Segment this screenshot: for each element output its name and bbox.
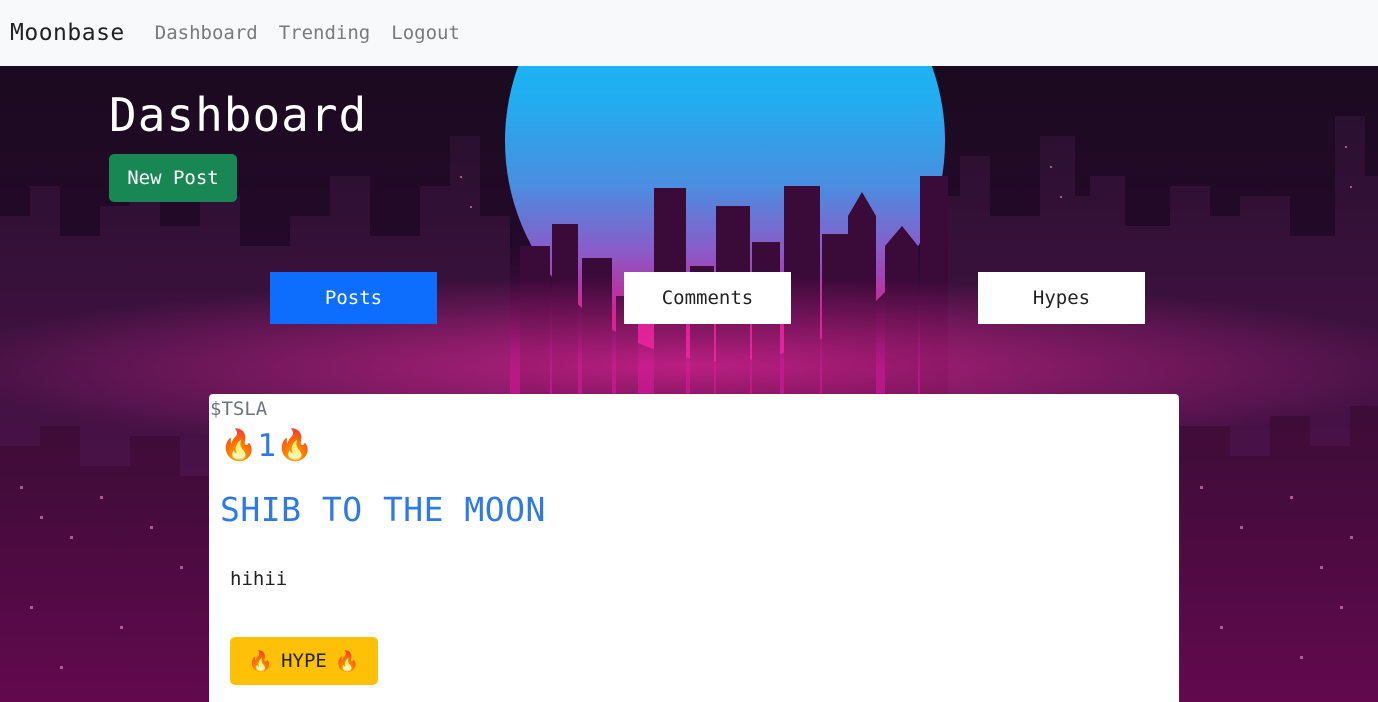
post-card: $TSLA 🔥 1 🔥 SHIB TO THE MOON hihii 🔥 HYP… xyxy=(209,394,1179,702)
hero-section: Dashboard New Post Posts Comments Hypes … xyxy=(0,66,1378,702)
fire-icon: 🔥 xyxy=(220,428,258,463)
hype-button[interactable]: 🔥 HYPE 🔥 xyxy=(230,637,378,685)
tab-comments[interactable]: Comments xyxy=(624,272,791,324)
hype-count: 🔥 1 🔥 xyxy=(220,428,313,464)
page-title: Dashboard xyxy=(109,88,368,142)
nav-link-logout[interactable]: Logout xyxy=(391,22,460,44)
new-post-button[interactable]: New Post xyxy=(109,154,237,202)
navbar: Moonbase Dashboard Trending Logout xyxy=(0,0,1378,66)
brand-logo[interactable]: Moonbase xyxy=(10,20,125,46)
post-body: hihii xyxy=(230,568,288,590)
hype-button-label: HYPE xyxy=(281,650,327,672)
fire-icon: 🔥 xyxy=(248,649,274,673)
tab-hypes[interactable]: Hypes xyxy=(978,272,1145,324)
tab-posts[interactable]: Posts xyxy=(270,272,437,324)
nav-link-dashboard[interactable]: Dashboard xyxy=(155,22,258,44)
fire-icon: 🔥 xyxy=(334,649,360,673)
post-title[interactable]: SHIB TO THE MOON xyxy=(220,490,546,529)
post-ticker: $TSLA xyxy=(210,398,268,420)
fire-icon: 🔥 xyxy=(276,428,314,463)
hype-count-value: 1 xyxy=(257,428,277,464)
nav-link-trending[interactable]: Trending xyxy=(279,22,371,44)
